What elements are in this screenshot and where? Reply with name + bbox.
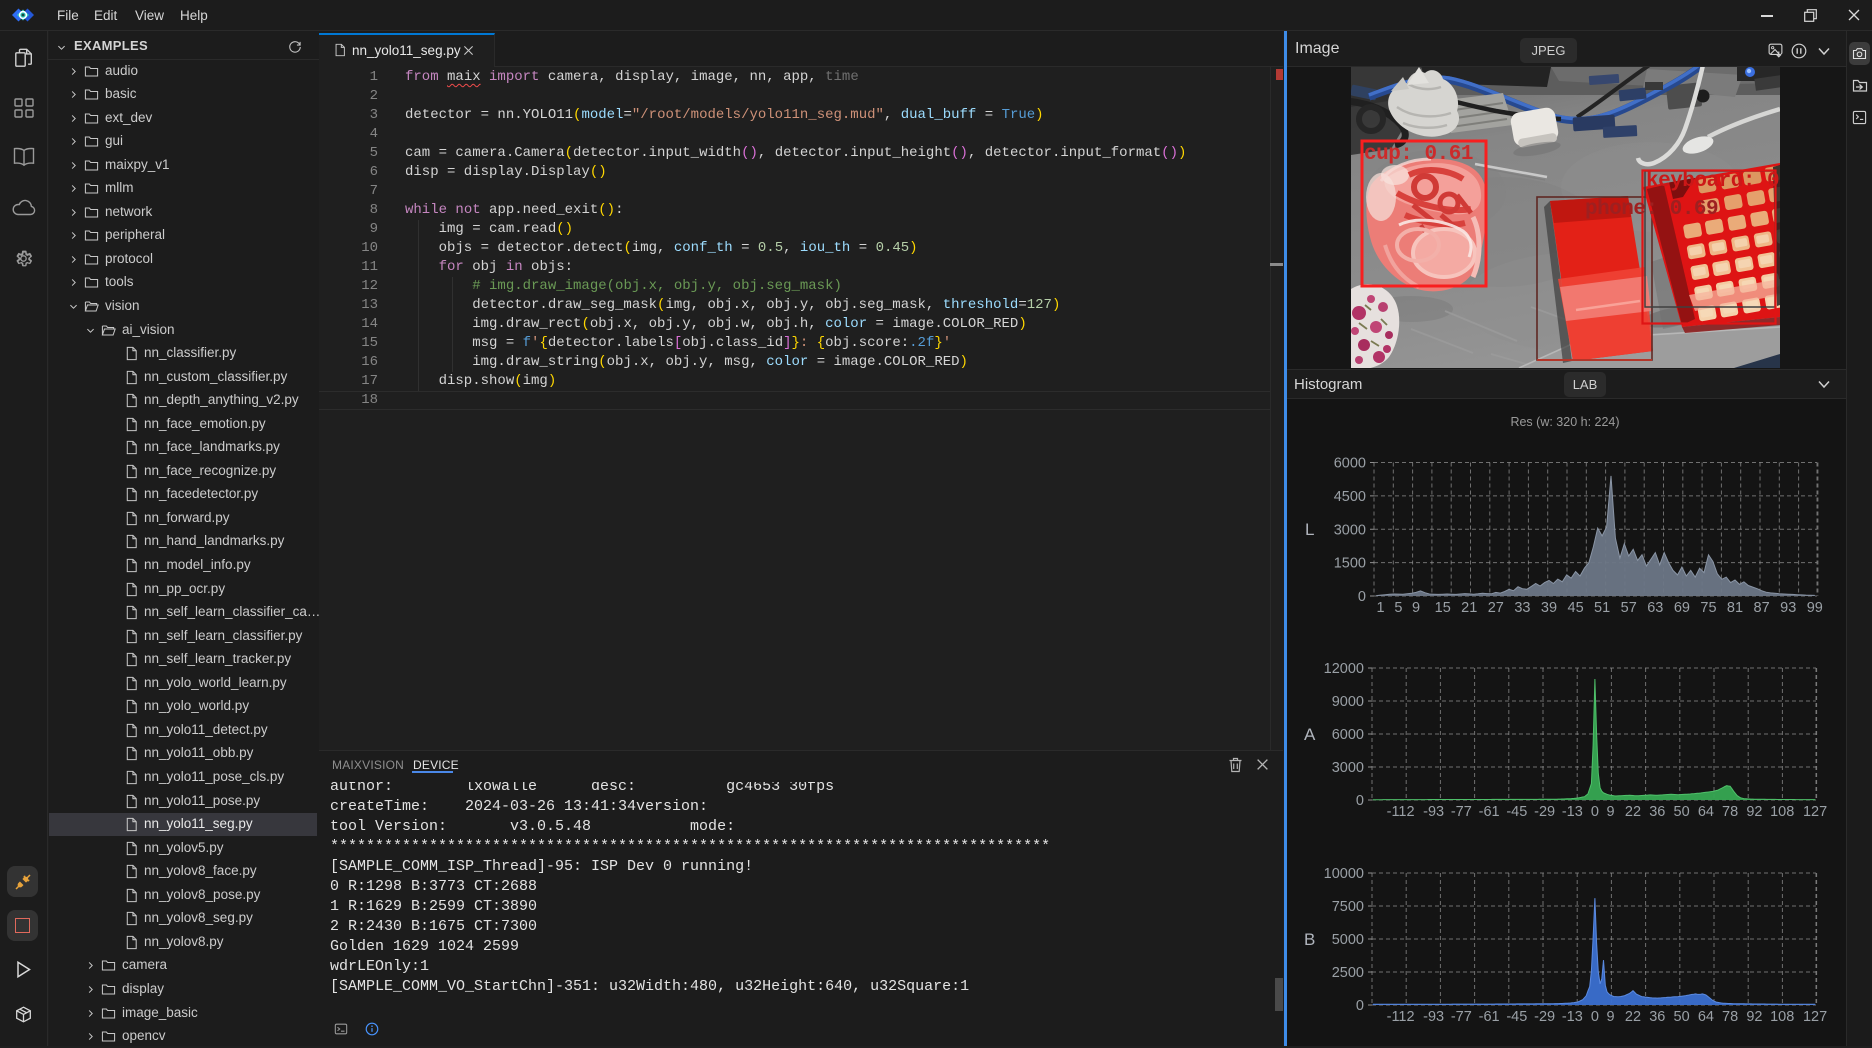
svg-text:-61: -61: [1479, 804, 1500, 820]
svg-text:50: 50: [1674, 1009, 1690, 1025]
svg-text:21: 21: [1461, 600, 1477, 616]
svg-text:7500: 7500: [1332, 899, 1364, 915]
svg-text:A: A: [1304, 725, 1316, 744]
svg-text:22: 22: [1625, 804, 1641, 820]
svg-text:6000: 6000: [1332, 727, 1364, 743]
svg-text:-93: -93: [1423, 1009, 1444, 1025]
svg-text:0: 0: [1356, 793, 1364, 809]
svg-text:81: 81: [1727, 600, 1743, 616]
svg-text:87: 87: [1754, 600, 1770, 616]
svg-text:36: 36: [1649, 1009, 1665, 1025]
svg-text:57: 57: [1621, 600, 1637, 616]
svg-text:9: 9: [1412, 600, 1420, 616]
svg-text:3000: 3000: [1332, 760, 1364, 776]
svg-text:-29: -29: [1534, 804, 1555, 820]
svg-text:B: B: [1304, 930, 1315, 949]
svg-text:64: 64: [1698, 804, 1714, 820]
svg-text:93: 93: [1780, 600, 1796, 616]
svg-text:15: 15: [1435, 600, 1451, 616]
svg-text:L: L: [1305, 520, 1314, 539]
svg-text:5000: 5000: [1332, 932, 1364, 948]
svg-text:2500: 2500: [1332, 965, 1364, 981]
svg-text:12000: 12000: [1324, 661, 1364, 677]
svg-text:3000: 3000: [1334, 522, 1366, 538]
svg-text:50: 50: [1674, 804, 1690, 820]
svg-text:-13: -13: [1562, 804, 1583, 820]
svg-text:33: 33: [1514, 600, 1530, 616]
svg-text:69: 69: [1674, 600, 1690, 616]
svg-text:1500: 1500: [1334, 556, 1366, 572]
svg-text:-112: -112: [1387, 1009, 1415, 1025]
svg-text:4500: 4500: [1334, 489, 1366, 505]
svg-text:127: 127: [1803, 1009, 1827, 1025]
svg-text:99: 99: [1807, 600, 1823, 616]
svg-text:0: 0: [1591, 804, 1599, 820]
svg-text:36: 36: [1649, 804, 1665, 820]
svg-text:-45: -45: [1506, 804, 1527, 820]
svg-text:-77: -77: [1451, 1009, 1472, 1025]
svg-text:22: 22: [1625, 1009, 1641, 1025]
svg-text:-112: -112: [1387, 804, 1415, 820]
svg-text:1: 1: [1377, 600, 1385, 616]
svg-text:Res (w: 320 h: 224): Res (w: 320 h: 224): [1510, 415, 1619, 429]
svg-text:63: 63: [1647, 600, 1663, 616]
svg-text:9: 9: [1606, 804, 1614, 820]
svg-text:-93: -93: [1423, 804, 1444, 820]
svg-text:phone: 0.69: phone: 0.69: [1585, 198, 1718, 221]
svg-text:75: 75: [1700, 600, 1716, 616]
svg-text:108: 108: [1770, 804, 1794, 820]
svg-text:9: 9: [1606, 1009, 1614, 1025]
svg-text:-77: -77: [1451, 804, 1472, 820]
svg-text:-45: -45: [1506, 1009, 1527, 1025]
svg-text:78: 78: [1722, 1009, 1738, 1025]
svg-text:-13: -13: [1562, 1009, 1583, 1025]
svg-text:cup: 0.61: cup: 0.61: [1364, 143, 1473, 166]
svg-text:78: 78: [1722, 804, 1738, 820]
svg-text:-61: -61: [1479, 1009, 1500, 1025]
svg-text:-29: -29: [1534, 1009, 1555, 1025]
svg-text:27: 27: [1488, 600, 1504, 616]
svg-text:0: 0: [1356, 998, 1364, 1014]
svg-text:10000: 10000: [1324, 866, 1364, 882]
svg-text:51: 51: [1594, 600, 1610, 616]
svg-text:92: 92: [1746, 804, 1762, 820]
svg-text:keyboard: 0: keyboard: 0: [1646, 170, 1779, 193]
svg-text:9000: 9000: [1332, 694, 1364, 710]
svg-text:0: 0: [1591, 1009, 1599, 1025]
svg-text:127: 127: [1803, 804, 1827, 820]
svg-text:108: 108: [1770, 1009, 1794, 1025]
svg-text:5: 5: [1394, 600, 1402, 616]
svg-text:39: 39: [1541, 600, 1557, 616]
svg-text:92: 92: [1746, 1009, 1762, 1025]
svg-text:64: 64: [1698, 1009, 1714, 1025]
svg-text:45: 45: [1568, 600, 1584, 616]
svg-text:6000: 6000: [1334, 456, 1366, 472]
svg-text:0: 0: [1358, 589, 1366, 605]
